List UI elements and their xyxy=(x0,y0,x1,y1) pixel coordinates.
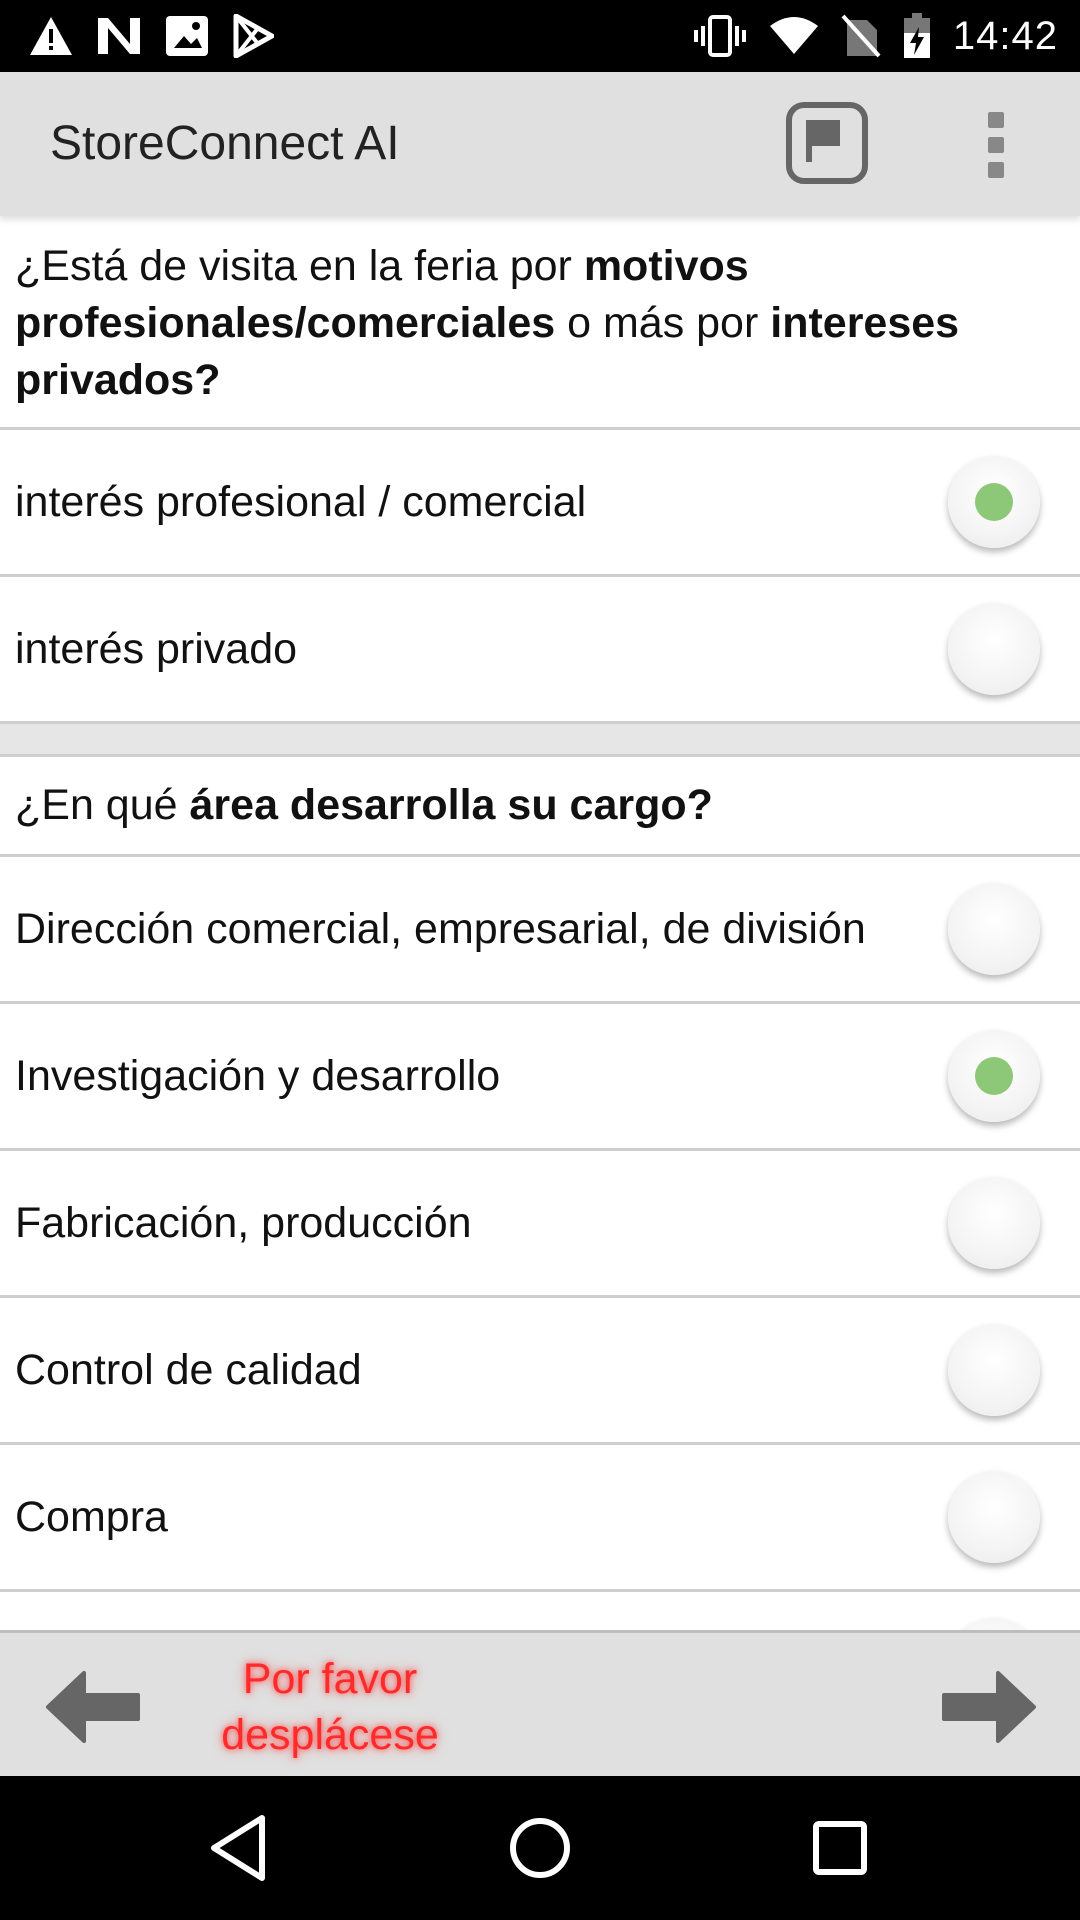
recents-square-icon[interactable] xyxy=(800,1808,880,1888)
arrow-right-icon[interactable] xyxy=(938,1667,1038,1747)
radio-button-selected[interactable] xyxy=(948,456,1040,548)
option-direccion-comercial[interactable]: Dirección comercial, empresarial, de div… xyxy=(0,857,1080,1004)
status-left-icons xyxy=(28,12,274,60)
option-label: Fabricación, producción xyxy=(15,1199,472,1247)
radio-button[interactable] xyxy=(948,1177,1040,1269)
question-text-bold: área desarrolla su cargo? xyxy=(189,781,713,829)
app-title: StoreConnect AI xyxy=(50,117,400,170)
more-vert-icon xyxy=(988,112,1004,128)
more-vert-dot xyxy=(988,162,1004,178)
question-text: ¿Está de visita en la feria por xyxy=(15,242,584,290)
question-text: o más por xyxy=(555,299,771,347)
wifi-icon xyxy=(769,16,819,56)
scroll-hint: Por favor desplácese xyxy=(221,1655,439,1759)
option-label: Dirección comercial, empresarial, de div… xyxy=(15,905,866,953)
play-store-icon xyxy=(232,14,274,58)
battery-charging-icon xyxy=(903,13,931,59)
option-label: interés privado xyxy=(15,625,298,673)
question-text: ¿En qué xyxy=(15,781,190,829)
n-icon xyxy=(96,16,142,56)
option-control-calidad[interactable]: Control de calidad xyxy=(0,1298,1080,1445)
option-label: Control de calidad xyxy=(15,1346,362,1394)
question-visit-reason: ¿Está de visita en la feria por motivos … xyxy=(0,216,1080,430)
more-options-button[interactable] xyxy=(978,112,1014,178)
warning-icon xyxy=(28,15,74,57)
radio-button[interactable] xyxy=(948,883,1040,975)
option-label: Compra xyxy=(15,1493,168,1541)
option-label: interés profesional / comercial xyxy=(15,478,587,526)
vibrate-icon xyxy=(693,14,747,58)
app-bar: StoreConnect AI xyxy=(0,72,1080,216)
gallery-icon xyxy=(164,14,210,58)
home-circle-icon[interactable] xyxy=(500,1808,580,1888)
status-time: 14:42 xyxy=(952,13,1058,58)
option-interes-privado[interactable]: interés privado xyxy=(0,577,1080,724)
option-partial[interactable] xyxy=(0,1592,1080,1630)
status-right-icons: 14:42 xyxy=(693,12,1058,60)
radio-button[interactable] xyxy=(948,1618,1040,1630)
flag-icon xyxy=(802,116,852,171)
back-triangle-icon[interactable] xyxy=(200,1808,280,1888)
radio-button[interactable] xyxy=(948,1471,1040,1563)
option-investigacion[interactable]: Investigación y desarrollo xyxy=(0,1004,1080,1151)
radio-button[interactable] xyxy=(948,603,1040,695)
section-divider xyxy=(0,724,1080,757)
arrow-left-icon[interactable] xyxy=(44,1667,144,1747)
option-compra[interactable]: Compra xyxy=(0,1445,1080,1592)
more-vert-dot xyxy=(988,137,1004,153)
option-fabricacion[interactable]: Fabricación, producción xyxy=(0,1151,1080,1298)
system-navigation-bar xyxy=(0,1776,1080,1920)
flag-button[interactable] xyxy=(786,102,868,184)
option-interes-profesional[interactable]: interés profesional / comercial xyxy=(0,430,1080,577)
option-label: Investigación y desarrollo xyxy=(15,1052,501,1100)
bottom-navigation: Por favor desplácese xyxy=(0,1630,1080,1779)
radio-button-selected[interactable] xyxy=(948,1030,1040,1122)
question-area-cargo: ¿En qué área desarrolla su cargo? xyxy=(0,757,1080,857)
survey-content[interactable]: ¿Está de visita en la feria por motivos … xyxy=(0,216,1080,1630)
status-bar: 14:42 xyxy=(0,0,1080,72)
no-sim-icon xyxy=(841,14,881,58)
radio-button[interactable] xyxy=(948,1324,1040,1416)
